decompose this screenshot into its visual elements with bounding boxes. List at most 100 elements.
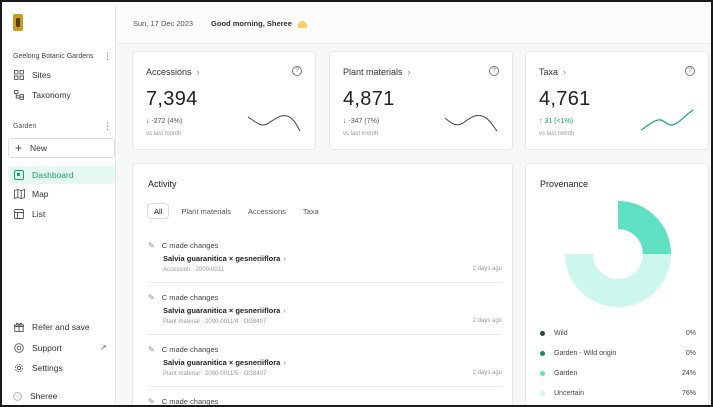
dashboard-icon [13,169,25,181]
help-icon[interactable]: ? [489,66,499,76]
stat-title-label: Accessions [146,67,192,77]
stat-title[interactable]: Accessions › [146,67,200,77]
logo[interactable] [13,14,23,31]
legend-dot [540,390,545,396]
chevron-right-icon: › [283,254,286,263]
legend-dot [540,350,545,356]
activity-action: C made changes [161,397,219,406]
provenance-title: Provenance [540,179,589,189]
pencil-icon: ✎ [148,293,155,302]
legend-value: 76% [681,389,696,397]
new-button[interactable]: + New [8,138,115,158]
stat-card-taxa[interactable]: Taxa › ? 4,761 ↑ 31 (<1%) vs last month [525,51,709,150]
grid-icon [13,69,25,81]
stat-change: ↓ -272 (4%) [146,118,183,125]
activity-item[interactable]: ✎ C made changes Salvia guaranitica × ges… [148,344,502,387]
activity-subject-name: Salvia guaranitica × gesneriiflora [163,306,281,315]
sidebar: Geelong Botanic Gardens ⋮ Sites Taxonomy… [4,4,116,405]
sidebar-item-label: Support [32,343,62,353]
stat-card-plant-materials[interactable]: Plant materials › ? 4,871 ↓ -347 (7%) vs … [329,51,513,150]
tab-all[interactable]: All [147,203,170,219]
sparkline [640,109,694,131]
sparkline [247,115,301,132]
legend-label: Garden - Wild origin [554,349,617,357]
sparkline [444,115,498,132]
sidebar-item-refer[interactable]: Refer and save [13,319,90,335]
pencil-icon: ✎ [148,345,155,354]
greeting: Good morning, Sheree [211,19,307,28]
stat-value: 7,394 [146,88,198,110]
activity-subject[interactable]: Salvia guaranitica × gesneriiflora › [163,358,502,368]
activity-time: 2 days ago [472,266,502,272]
activity-time: 2 days ago [472,370,502,376]
stat-title-label: Taxa [539,67,559,77]
kebab-icon[interactable]: ⋮ [103,121,112,131]
activity-item[interactable]: ✎ C made changes [148,396,502,406]
activity-action: C made changes [161,241,219,250]
org-switcher[interactable]: Geelong Botanic Gardens ⋮ [13,50,112,62]
help-icon[interactable]: ? [292,66,302,76]
donut-segment-garden[interactable] [618,201,671,254]
section-label: Garden [13,122,37,130]
activity-card: Activity All Plant materials Accessions … [132,163,513,406]
activity-action: C made changes [161,345,219,354]
tab-taxa[interactable]: Taxa [303,203,319,219]
sidebar-item-label: List [32,209,46,219]
activity-subject[interactable]: Salvia guaranitica × gesneriiflora › [163,306,502,316]
activity-meta: Accession · 2000-0011 [163,267,224,273]
greeting-text: Good morning, Sheree [211,19,292,28]
legend-value: 0% [685,349,696,357]
sidebar-item-label: Taxonomy [32,90,71,100]
legend-label: Wild [554,329,568,337]
stat-value: 4,871 [343,88,395,110]
chevron-right-icon: › [407,67,411,77]
sidebar-item-label: Refer and save [32,322,90,332]
external-link-icon[interactable]: ↗ [100,343,107,352]
sidebar-item-map[interactable]: Map [13,186,49,202]
sidebar-item-label: Dashboard [32,170,74,180]
activity-subject[interactable]: Salvia guaranitica × gesneriiflora › [163,254,502,264]
sidebar-item-label: Map [32,189,49,199]
stat-title-label: Plant materials [343,67,403,77]
sidebar-item-label: Sites [32,70,51,80]
activity-item[interactable]: ✎ C made changes Salvia guaranitica × ges… [148,292,502,335]
legend-dot [540,370,545,376]
sidebar-item-list[interactable]: List [13,206,45,222]
provenance-donut-chart [565,201,671,307]
user-name: Sheree [30,391,58,401]
activity-meta: Plant material · 2000-0011/5 · OG8407 [163,371,267,377]
section-garden: Garden ⋮ [13,120,112,132]
plus-icon: + [15,141,23,155]
activity-item[interactable]: ✎ C made changes Salvia guaranitica × ges… [148,240,502,283]
stat-change: ↓ -347 (7%) [343,118,380,125]
kebab-icon[interactable]: ⋮ [103,51,112,61]
stat-card-accessions[interactable]: Accessions › ? 7,394 ↓ -272 (4%) vs last … [132,51,316,150]
activity-subject-name: Salvia guaranitica × gesneriiflora [163,358,281,367]
sidebar-item-label: Settings [32,363,63,373]
org-name: Geelong Botanic Gardens [13,52,94,60]
stat-subtext: vs last month [343,131,379,137]
sidebar-item-sites[interactable]: Sites [13,67,51,83]
stat-subtext: vs last month [539,131,575,137]
tab-plant-materials[interactable]: Plant materials [181,203,231,219]
user-menu[interactable]: Sheree [13,389,57,403]
sidebar-item-taxonomy[interactable]: Taxonomy [13,87,71,103]
sidebar-item-settings[interactable]: Settings [13,360,63,376]
tab-accessions[interactable]: Accessions [248,203,286,219]
chevron-right-icon: › [196,67,200,77]
stat-title[interactable]: Taxa › [539,67,566,77]
help-icon[interactable]: ? [685,66,695,76]
legend-item-wild: Wild 0% [540,327,696,339]
stat-title[interactable]: Plant materials › [343,67,411,77]
chevron-right-icon: › [283,358,286,367]
legend-item-garden-wild-origin: Garden - Wild origin 0% [540,347,696,359]
sidebar-item-support[interactable]: Support [13,340,62,356]
legend-value: 24% [681,369,696,377]
sidebar-item-dashboard[interactable]: Dashboard [13,167,74,183]
current-date: Sun, 17 Dec 2023 [133,19,194,28]
activity-meta: Plant material · 2000-0011/4 · OG8407 [163,319,267,325]
app-window: Geelong Botanic Gardens ⋮ Sites Taxonomy… [0,0,713,407]
activity-time: 2 days ago [472,318,502,324]
gear-icon [13,362,25,374]
legend-item-garden: Garden 24% [540,367,696,379]
